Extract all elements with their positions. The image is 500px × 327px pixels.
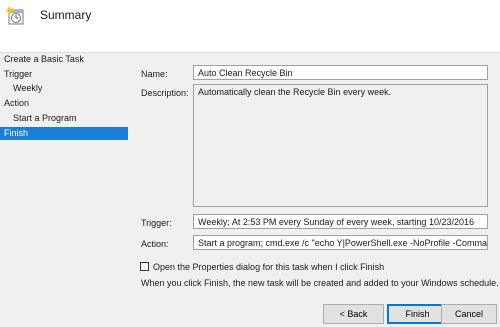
page-title: Summary [40, 8, 92, 22]
step-weekly[interactable]: Weekly [0, 82, 128, 95]
step-action[interactable]: Action [0, 97, 128, 110]
trigger-field[interactable]: Weekly; At 2:53 PM every Sunday of every… [193, 214, 488, 229]
open-properties-label[interactable]: Open the Properties dialog for this task… [153, 262, 384, 272]
description-label: Description: [141, 88, 189, 98]
finish-info-text: When you click Finish, the new task will… [141, 278, 499, 288]
finish-button[interactable]: Finish [387, 304, 448, 324]
step-finish[interactable]: Finish [0, 127, 128, 140]
action-field[interactable]: Start a program; cmd.exe /c "echo Y|Powe… [193, 235, 488, 250]
description-field[interactable]: Automatically clean the Recycle Bin ever… [193, 84, 488, 207]
trigger-label: Trigger: [141, 218, 172, 228]
wizard-steps-sidebar: Create a Basic Task Trigger Weekly Actio… [0, 53, 131, 327]
open-properties-checkbox[interactable] [140, 262, 149, 271]
step-start-a-program[interactable]: Start a Program [0, 112, 128, 125]
step-create-basic-task[interactable]: Create a Basic Task [0, 53, 128, 66]
task-clock-icon [6, 6, 24, 25]
name-label: Name: [141, 69, 168, 79]
cancel-button[interactable]: Cancel [441, 304, 497, 324]
wizard-header: Summary [0, 0, 500, 53]
action-label: Action: [141, 239, 169, 249]
name-field[interactable]: Auto Clean Recycle Bin [193, 65, 488, 80]
back-button[interactable]: < Back [323, 304, 384, 324]
step-trigger[interactable]: Trigger [0, 68, 128, 81]
